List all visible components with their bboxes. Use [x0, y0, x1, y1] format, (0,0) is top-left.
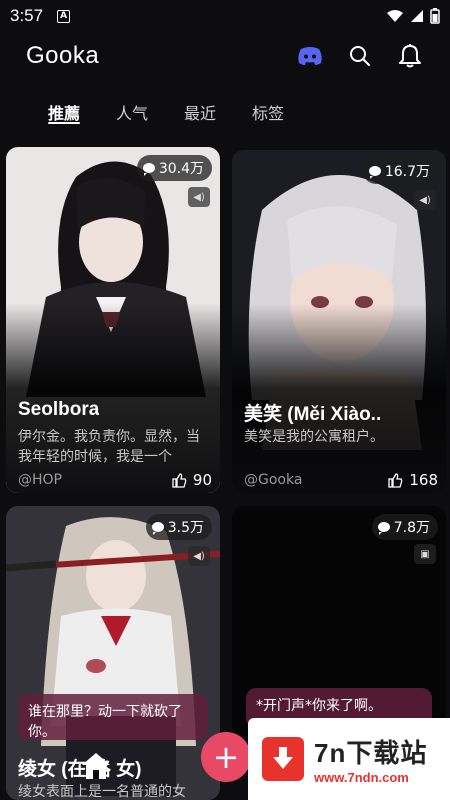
view-count: 16.7万 [384, 164, 430, 180]
home-icon[interactable] [78, 748, 114, 784]
promo-url: www.7ndn.com [314, 770, 409, 785]
like-number: 90 [192, 471, 212, 489]
promo-banner[interactable]: 7n下载站 www.7ndn.com [248, 718, 450, 800]
like-number: 168 [409, 471, 438, 489]
view-count: 3.5万 [167, 520, 204, 536]
card-title: 美笑 (Měi Xiào.. [244, 404, 382, 425]
chat-bubble-icon [151, 522, 164, 535]
thumbs-up-icon [172, 472, 187, 488]
battery-icon [430, 8, 440, 24]
character-card[interactable]: 30.4万 ◀) Seolbora 伊尔金。我负责你。显然，当我年轻的时候，我是… [6, 147, 220, 493]
card-title: Seolbora [18, 399, 100, 420]
view-count: 30.4万 [158, 161, 204, 177]
tab-recommended[interactable]: 推薦 [48, 92, 81, 130]
sound-icon[interactable]: ◀) [414, 190, 436, 210]
status-bar: 3:57 A [0, 0, 450, 32]
view-count-badge: 3.5万 [145, 514, 212, 540]
card-description: 美笑是我的公寓租户。 [244, 429, 384, 445]
signal-icon [411, 10, 423, 22]
status-indicators [386, 8, 440, 24]
sound-icon[interactable]: ◀) [188, 187, 210, 207]
character-card[interactable]: 16.7万 ◀) 美笑 (Měi Xiào.. 美笑是我的公寓租户。 @Gook… [232, 150, 446, 493]
search-icon[interactable] [346, 42, 374, 70]
wifi-icon [387, 10, 403, 22]
tab-popular[interactable]: 人气 [116, 92, 148, 130]
chat-bubble-icon [377, 522, 390, 535]
tab-recent[interactable]: 最近 [184, 92, 216, 130]
view-count-badge: 16.7万 [362, 158, 438, 184]
app-header: Gooka [0, 32, 450, 80]
discord-icon[interactable] [296, 42, 324, 70]
download-logo-icon [262, 737, 304, 781]
card-author: @Gooka [244, 472, 303, 488]
notification-badge: A [57, 9, 71, 23]
character-card[interactable]: 7.8万 ▣ *开门声*你来了啊。 [232, 506, 446, 736]
promo-name: 7n下载站 [314, 738, 428, 768]
card-description: 伊尔金。我负责你。显然，当我年轻的时候，我是一个 [18, 429, 200, 465]
app-title: Gooka [26, 42, 100, 69]
tab-tags[interactable]: 标签 [252, 92, 284, 130]
chat-bubble-icon [142, 163, 155, 176]
chat-bubble-icon [368, 166, 381, 179]
like-count: 168 [388, 471, 438, 489]
sound-icon[interactable]: ◀) [188, 546, 210, 566]
card-author: @HOP [18, 472, 62, 488]
view-count: 7.8万 [393, 520, 430, 536]
view-count-badge: 7.8万 [371, 514, 438, 540]
like-count: 90 [172, 471, 212, 489]
view-count-badge: 30.4万 [136, 155, 212, 181]
bell-icon[interactable] [396, 42, 424, 70]
status-time: 3:57 [10, 6, 44, 25]
create-button[interactable]: + [201, 732, 251, 782]
thumbs-up-icon [388, 472, 403, 488]
image-icon[interactable]: ▣ [414, 544, 436, 564]
category-tabs: 推薦 人气 最近 标签 [0, 92, 450, 134]
